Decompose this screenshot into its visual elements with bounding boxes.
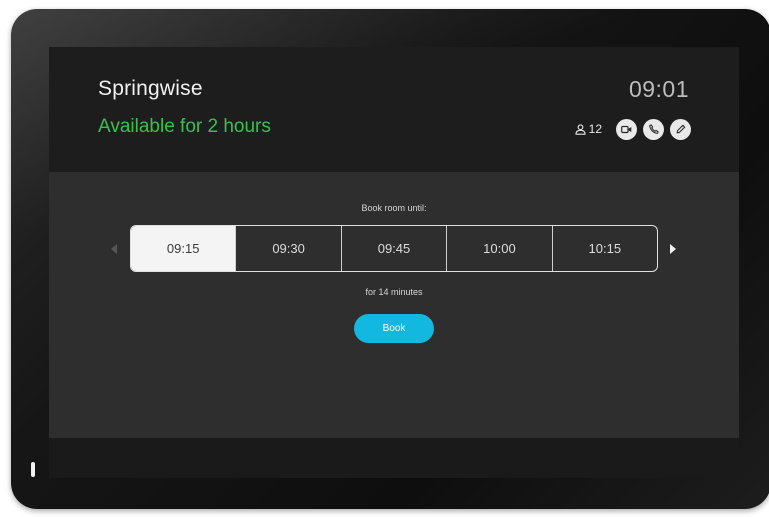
triangle-right-icon: [670, 244, 676, 254]
previous-slots-button[interactable]: [109, 242, 119, 256]
video-icon: [621, 125, 632, 133]
screen: Springwise Available for 2 hours 09:01 1…: [49, 47, 739, 478]
room-actions: 12: [575, 118, 691, 140]
status-led: [31, 462, 35, 477]
capacity-count: 12: [588, 122, 602, 136]
video-call-button[interactable]: [616, 118, 637, 140]
room-capacity: 12: [575, 122, 602, 136]
clock: 09:01: [628, 76, 689, 102]
phone-call-button[interactable]: [643, 118, 664, 140]
room-name: Springwise: [98, 77, 203, 100]
booking-panel: Book room until: 09:15 09:30 09:45 10:00…: [49, 172, 739, 438]
pen-icon: [676, 124, 685, 134]
time-slot-selector: 09:15 09:30 09:45 10:00 10:15: [130, 225, 658, 272]
availability-status: Available for 2 hours: [98, 116, 271, 137]
time-slot[interactable]: 09:15: [131, 226, 236, 271]
time-slot[interactable]: 10:00: [446, 226, 551, 271]
phone-icon: [648, 124, 659, 134]
person-icon: [575, 123, 586, 135]
next-slots-button[interactable]: [668, 242, 678, 256]
booking-heading: Book room until:: [361, 203, 427, 213]
room-header: Springwise Available for 2 hours 09:01 1…: [49, 47, 739, 172]
time-slot[interactable]: 09:30: [235, 226, 340, 271]
time-slot[interactable]: 09:45: [340, 226, 446, 271]
triangle-left-icon: [111, 244, 117, 254]
book-button[interactable]: Book: [354, 314, 434, 343]
footer-bar: [49, 438, 739, 478]
edit-button[interactable]: [670, 118, 691, 140]
booking-duration: for 14 minutes: [365, 287, 423, 297]
time-slot[interactable]: 10:15: [551, 226, 657, 271]
